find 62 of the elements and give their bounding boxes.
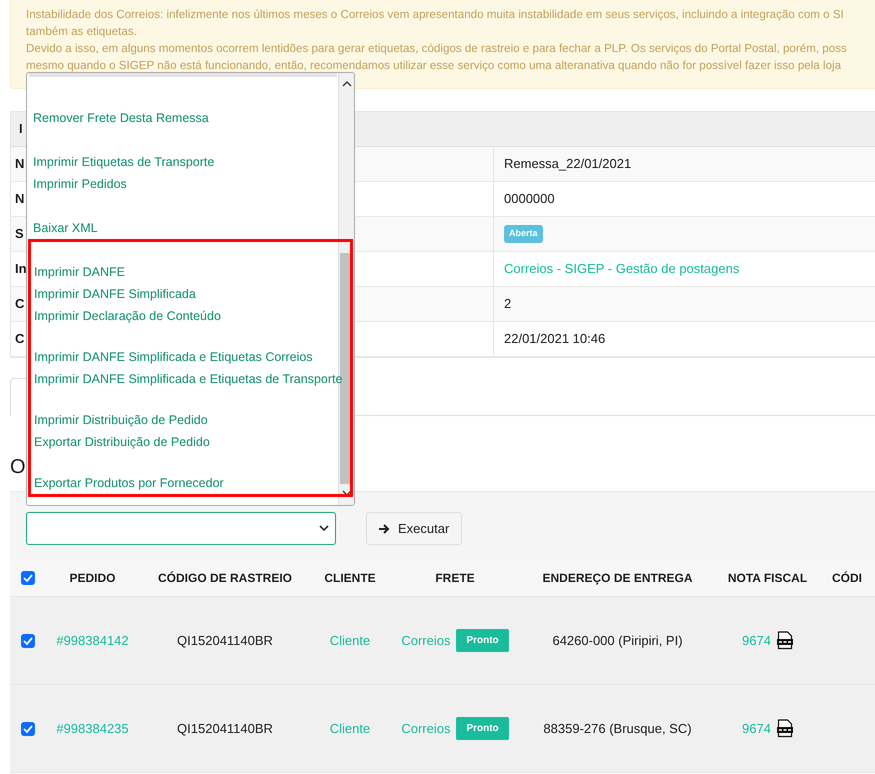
status-badge: Pronto <box>456 629 509 652</box>
row-value: Remessa_22/01/2021 <box>504 155 632 174</box>
checkbox[interactable] <box>20 571 34 585</box>
carrier-link[interactable]: Correios <box>401 630 450 650</box>
column-header: ENDEREÇO DE ENTREGA <box>542 570 693 587</box>
xml-file-icon[interactable] <box>776 719 793 738</box>
row-label: C <box>15 330 24 348</box>
alert-text: também as etiquetas. <box>26 24 137 40</box>
checkbox[interactable] <box>20 634 34 648</box>
dropdown-option[interactable]: Imprimir Pedidos <box>33 174 127 194</box>
column-header: NOTA FISCAL <box>728 570 808 587</box>
order-link[interactable]: #998384235 <box>56 718 129 738</box>
table-cell-text: 88359-276 (Brusque, SC) <box>543 720 692 738</box>
alert-text: Instabilidade dos Correios: infelizmente nos últimos meses o Correios vem apresentando muita instabilidade em seus serviços, incluindo a integração com o SI <box>26 7 844 23</box>
section-heading: O <box>10 455 26 480</box>
column-header: CÓDI <box>832 570 862 587</box>
scroll-up-icon[interactable] <box>342 80 352 87</box>
client-link[interactable]: Cliente <box>330 718 370 738</box>
dropdown-option[interactable]: Exportar Distribuição de Pedido <box>34 432 210 452</box>
dropdown-option[interactable]: Imprimir DANFE Simplificada e Etiquetas Correios <box>34 348 313 366</box>
dropdown-option[interactable]: Imprimir Declaração de Conteúdo <box>34 306 221 326</box>
column-header: CLIENTE <box>324 570 376 587</box>
status-badge: Aberta <box>504 225 543 243</box>
column-header: FRETE <box>435 570 475 587</box>
row-label: N <box>15 155 24 174</box>
dropdown-option[interactable]: Imprimir Etiquetas de Transporte <box>33 152 214 172</box>
row-value: 2 <box>504 295 512 314</box>
column-header: CÓDIGO DE RASTREIO <box>158 570 292 587</box>
client-link[interactable]: Cliente <box>330 630 370 650</box>
row-value: 22/01/2021 10:46 <box>504 330 606 348</box>
carrier-link[interactable]: Correios <box>401 718 450 738</box>
arrow-right-icon <box>379 524 390 534</box>
execute-button[interactable]: Executar <box>366 512 462 545</box>
row-value: 0000000 <box>504 190 555 208</box>
xml-file-icon[interactable] <box>776 631 793 650</box>
chevron-down-icon <box>319 525 329 532</box>
table-cell-text: QI152041140BR <box>177 720 273 738</box>
dropdown-option[interactable]: Baixar XML <box>33 218 98 238</box>
order-link[interactable]: #998384142 <box>56 630 129 650</box>
dropdown-option[interactable]: Remover Frete Desta Remessa <box>33 108 209 128</box>
dropdown-option[interactable]: Exportar Produtos por Fornecedor <box>34 474 224 492</box>
dropdown-option[interactable]: Imprimir DANFE Simplificada <box>34 284 196 304</box>
dropdown-option[interactable]: Imprimir DANFE Simplificada e Etiquetas de Transporte <box>34 370 342 388</box>
row-label: In <box>15 260 27 278</box>
integration-link[interactable]: Correios - SIGEP - Gestão de postagens <box>504 259 740 279</box>
row-label: N <box>15 190 24 208</box>
checkbox[interactable] <box>20 722 34 736</box>
dropdown-option[interactable]: Imprimir Distribuição de Pedido <box>34 410 208 430</box>
dropdown-option[interactable]: Imprimir DANFE <box>34 262 125 282</box>
row-label: S <box>15 225 24 244</box>
action-select[interactable] <box>26 512 336 545</box>
alert-text: mesmo quando o SIGEP não está funcionando, então, recomendamos utilizar esse serviço como uma alteranativa quando não for possível fazer isso pela loja <box>26 58 842 74</box>
table-cell-text: QI152041140BR <box>177 632 273 650</box>
invoice-link[interactable]: 9674 <box>742 718 771 738</box>
table-cell-text: 64260-000 (Piripiri, PI) <box>552 632 683 650</box>
column-header: PEDIDO <box>69 570 116 587</box>
invoice-link[interactable]: 9674 <box>742 630 771 650</box>
alert-text: Devido a isso, em alguns momentos ocorrem lentidões para gerar etiquetas, códigos de rastreio e para fechar a PLP. Os serviços do Portal Postal, porém, poss <box>26 41 847 57</box>
row-label: C <box>15 295 24 314</box>
table-header: I <box>19 120 23 138</box>
scroll-down-icon[interactable] <box>342 490 352 497</box>
status-badge: Pronto <box>456 717 509 740</box>
